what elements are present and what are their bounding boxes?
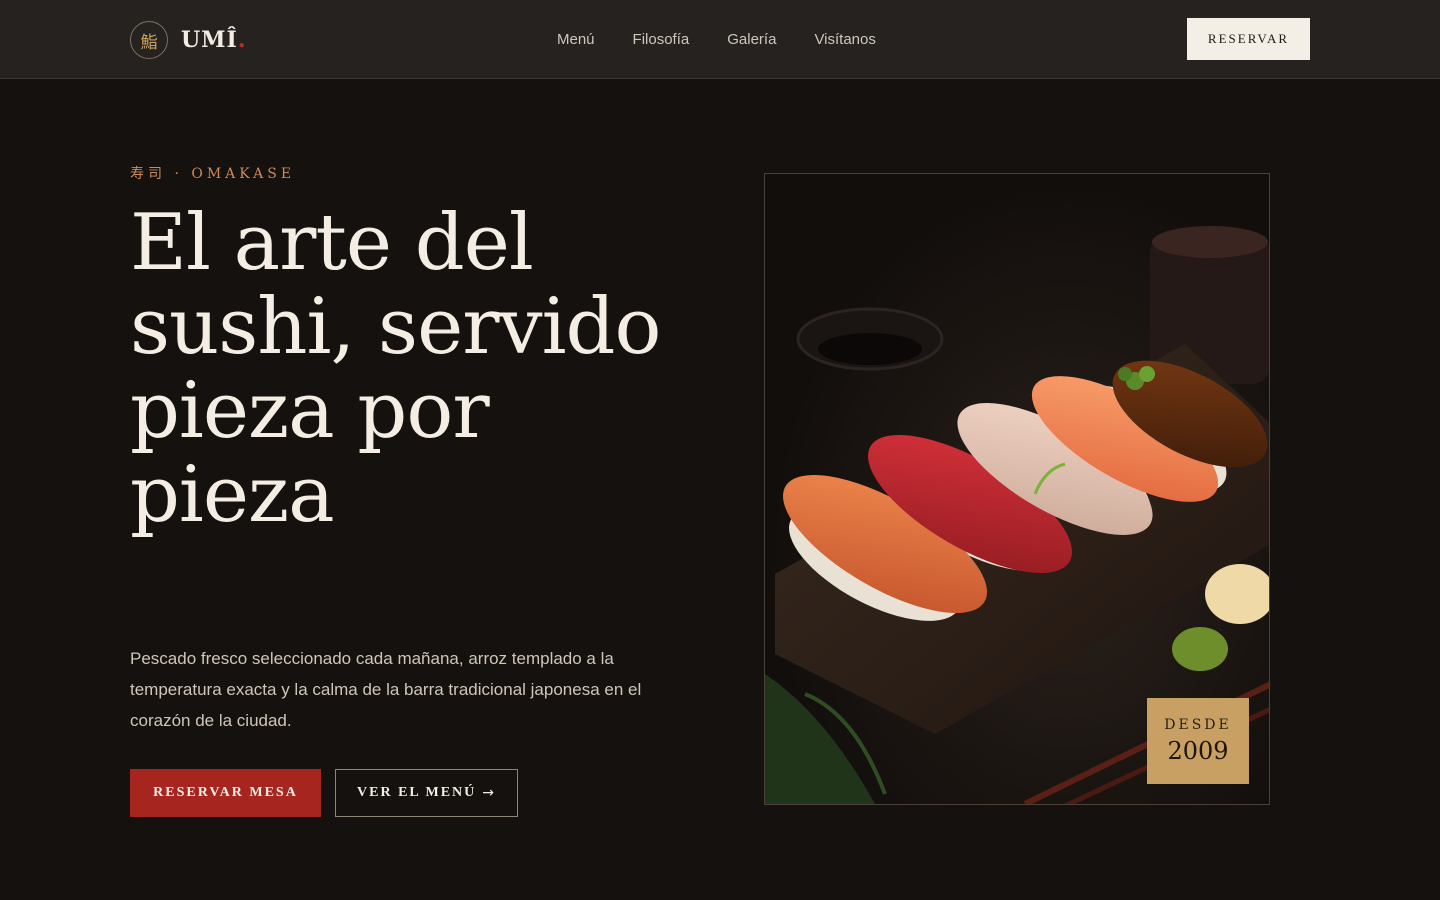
brand-text: UMÎ [181, 27, 238, 53]
nav-link-visitanos[interactable]: Visítanos [814, 31, 875, 48]
arrow-right-icon: → [482, 785, 496, 801]
main-nav: Menú Filosofía Galería Visítanos [557, 31, 914, 48]
brand-dot: . [237, 27, 247, 53]
wasabi-icon [1172, 627, 1228, 671]
badge-year: 2009 [1167, 737, 1229, 765]
logo-mark-icon: 鮨 [130, 21, 168, 59]
brand-logo[interactable]: 鮨 UMÎ. [130, 21, 247, 59]
nav-link-filosofia[interactable]: Filosofía [633, 31, 690, 48]
badge-label: DESDE [1164, 717, 1232, 733]
top-navbar: 鮨 UMÎ. Menú Filosofía Galería Visítanos … [0, 0, 1440, 79]
reserve-table-button[interactable]: RESERVAR MESA [130, 769, 321, 817]
view-menu-button[interactable]: VER EL MENÚ → [335, 769, 518, 817]
view-menu-label: VER EL MENÚ [357, 785, 477, 800]
nav-link-menu[interactable]: Menú [557, 31, 595, 48]
reserve-button[interactable]: RESERVAR [1187, 18, 1310, 60]
since-badge: DESDE 2009 [1147, 698, 1249, 784]
hero-headline: El arte del sushi, servido pieza por pie… [130, 198, 661, 540]
nav-link-galeria[interactable]: Galería [727, 31, 776, 48]
hero-description: Pescado fresco seleccionado cada mañana,… [130, 649, 642, 730]
hero-kicker: 寿司 · OMAKASE [130, 166, 296, 182]
brand-name: UMÎ. [181, 27, 247, 53]
